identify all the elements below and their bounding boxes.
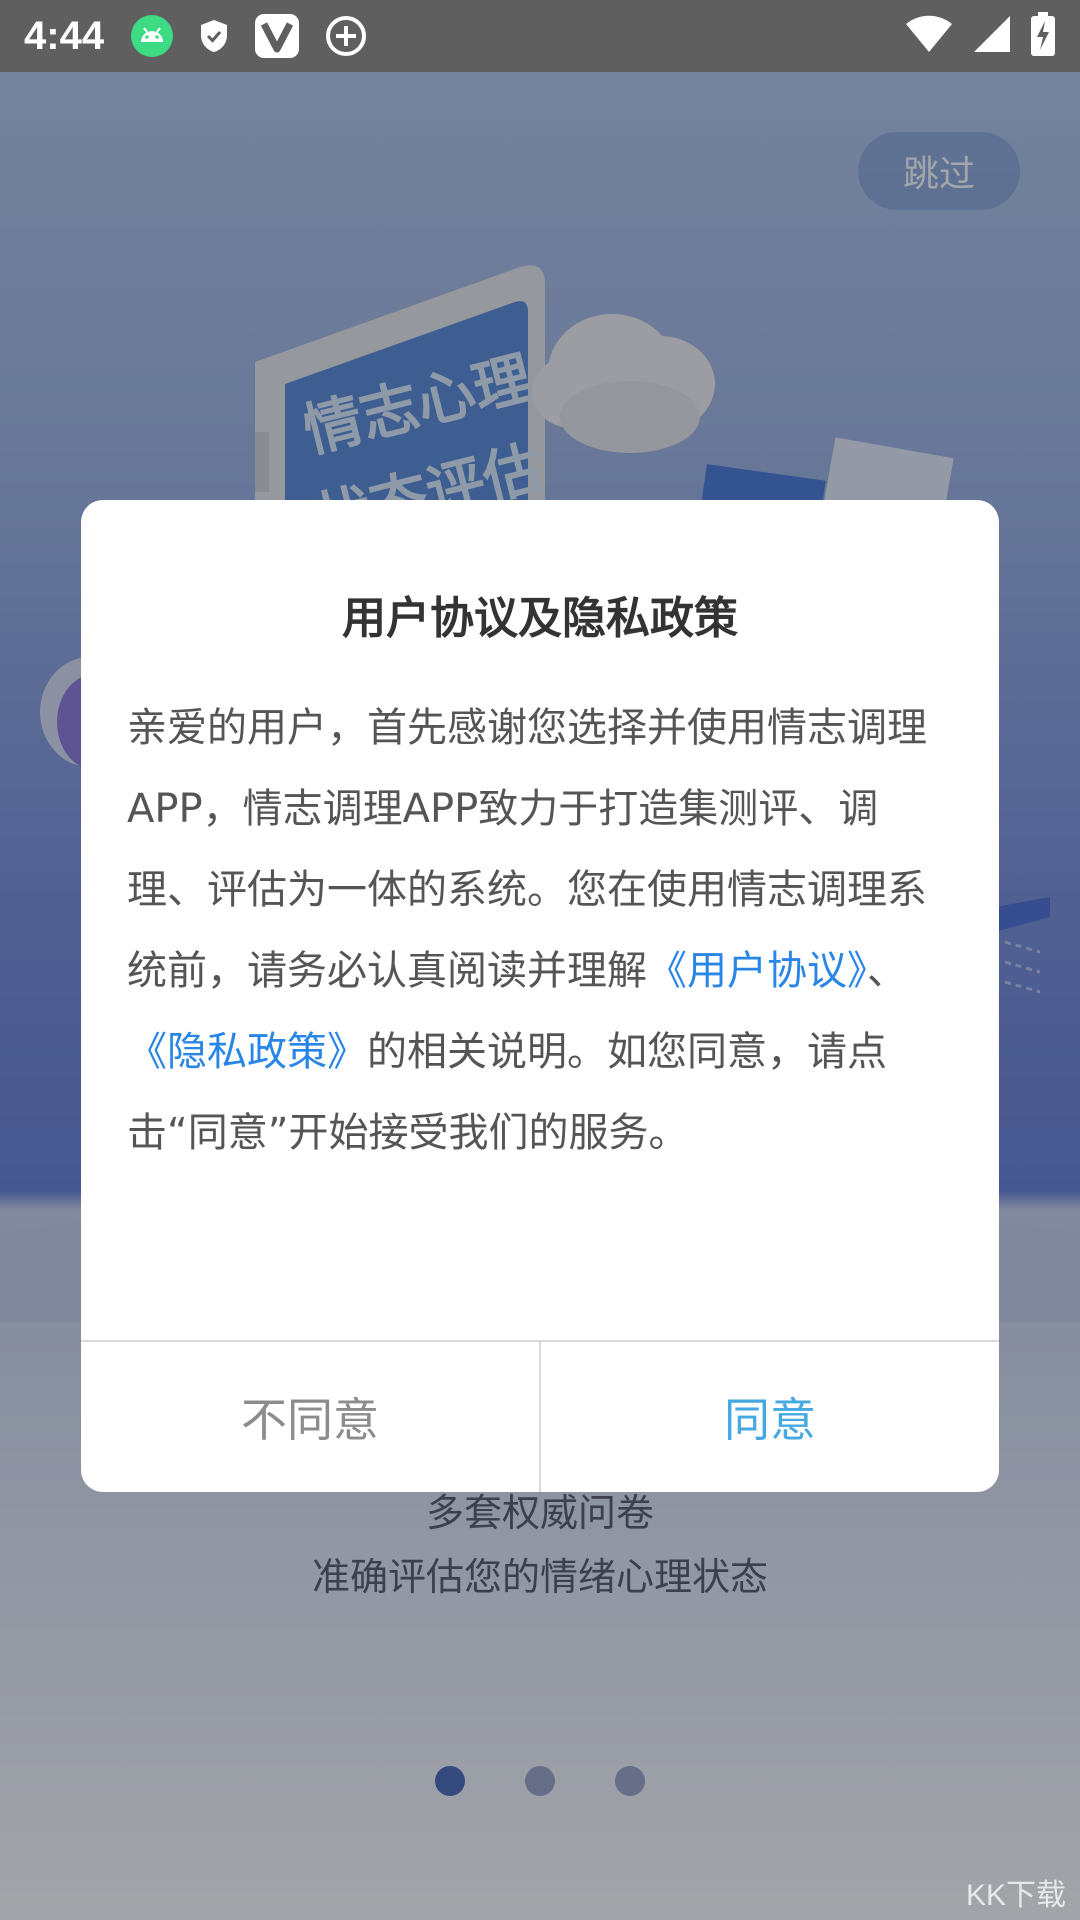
privacy-policy-link[interactable]: 《隐私政策》	[127, 1029, 367, 1075]
v-app-icon	[254, 13, 300, 59]
android-icon	[130, 14, 174, 58]
link-separator: 、	[867, 948, 907, 994]
shield-icon	[198, 18, 230, 54]
watermark-logo: KK下载	[965, 1879, 1066, 1912]
disagree-button[interactable]: 不同意	[81, 1342, 539, 1492]
add-circle-icon	[324, 14, 368, 58]
battery-charging-icon	[1030, 12, 1056, 60]
signal-icon	[972, 14, 1012, 58]
dialog-title: 用户协议及隐私政策	[342, 593, 738, 644]
status-time: 4:44	[24, 13, 105, 58]
app-screen: 4:44 情志心理 状态评估 跳过 多套权威问卷 准确评估您的情绪心理状态 用户…	[0, 0, 1080, 1920]
status-indicators	[904, 12, 1056, 60]
status-bar: 4:44	[0, 0, 1080, 72]
agree-button[interactable]: 同意	[541, 1342, 999, 1492]
user-agreement-link[interactable]: 《用户协议》	[647, 948, 867, 994]
dialog-body: 亲爱的用户，首先感谢您选择并使用情志调理APP，情志调理APP致力于打造集测评、…	[127, 688, 957, 1174]
privacy-dialog: 用户协议及隐私政策 亲爱的用户，首先感谢您选择并使用情志调理APP，情志调理AP…	[81, 500, 999, 1492]
wifi-icon	[904, 14, 954, 58]
